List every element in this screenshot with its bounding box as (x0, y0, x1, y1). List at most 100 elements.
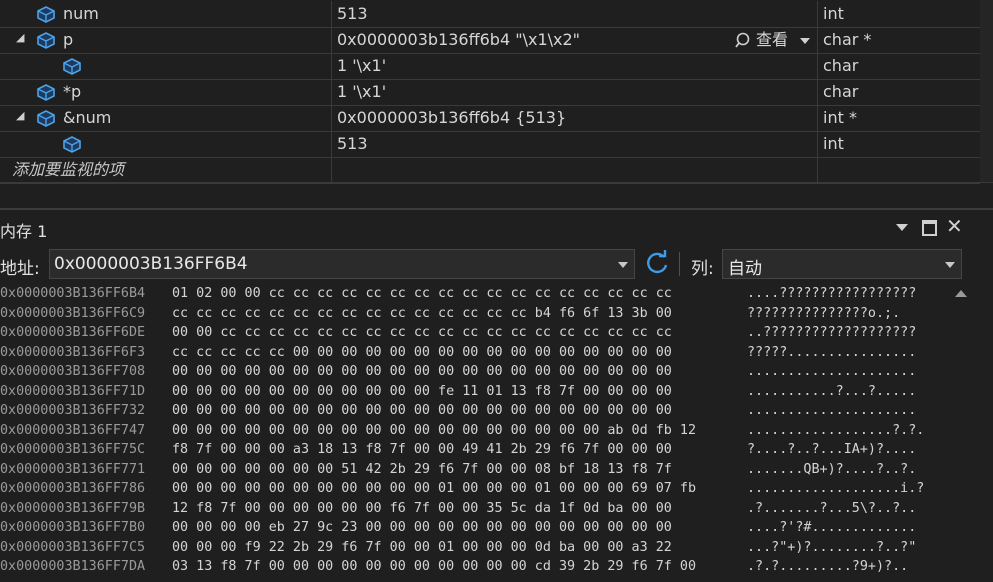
columns-select[interactable]: 自动 (722, 249, 962, 279)
watch-row[interactable]: 1 '\x1' char (0, 53, 980, 80)
vertical-scrollbar[interactable] (949, 284, 973, 582)
variable-icon (63, 136, 81, 153)
chevron-down-icon[interactable] (800, 38, 810, 44)
watch-value-cell[interactable]: 1 '\x1' (332, 53, 818, 79)
watch-row[interactable]: ◢ &num 0x0000003b136ff6b4 {513} int * (0, 105, 980, 132)
chevron-down-icon[interactable] (945, 262, 955, 268)
memory-chars[interactable]: ..................... (747, 364, 916, 379)
memory-bytes[interactable]: 12 f8 7f 00 00 00 00 00 00 f6 7f 00 00 3… (172, 501, 672, 516)
memory-bytes[interactable]: 03 13 f8 7f 00 00 00 00 00 00 00 00 00 0… (172, 559, 696, 574)
add-watch-placeholder[interactable]: 添加要监视的项 (12, 160, 124, 180)
watch-value: 1 '\x1' (337, 82, 387, 101)
memory-address: 0x0000003B136FF6DE (0, 325, 146, 340)
memory-bytes[interactable]: 00 00 00 00 00 00 00 00 00 00 00 00 00 0… (172, 403, 672, 418)
watch-type-cell: char (818, 79, 980, 105)
scroll-up-arrow-icon[interactable] (955, 290, 967, 297)
memory-bytes[interactable]: 00 00 00 00 00 00 00 00 00 00 00 01 00 0… (172, 481, 696, 496)
memory-address: 0x0000003B136FF786 (0, 481, 146, 496)
watch-row[interactable]: *p 1 '\x1' char (0, 79, 980, 106)
watch-value-cell[interactable]: 1 '\x1' (332, 79, 818, 105)
memory-chars[interactable]: ..??????????????????? (747, 325, 916, 340)
memory-bytes[interactable]: 00 00 00 00 00 00 00 00 00 00 00 fe 11 0… (172, 384, 672, 399)
view-visualizer-button[interactable]: 查看 (756, 30, 788, 50)
watch-type: int (823, 134, 844, 153)
add-watch-row[interactable]: 添加要监视的项 (0, 157, 980, 184)
memory-window-title: 内存 1 (0, 222, 48, 241)
memory-chars[interactable]: ..................... (747, 403, 916, 418)
memory-chars[interactable]: .......QB+)?....?..?. (747, 462, 916, 477)
memory-bytes[interactable]: 00 00 00 00 00 00 00 00 00 00 00 00 00 0… (172, 364, 672, 379)
address-input[interactable]: 0x0000003B136FF6B4 (49, 249, 635, 279)
memory-chars[interactable]: ...?"+)?........?..?" (747, 540, 916, 555)
memory-chars[interactable]: ???????????????o.;. (747, 306, 900, 321)
maximize-icon[interactable] (922, 220, 937, 236)
memory-chars[interactable]: .?.......?...5\?..?.. (747, 501, 916, 516)
memory-bytes[interactable]: cc cc cc cc cc cc cc cc cc cc cc cc cc c… (172, 306, 672, 321)
watch-value: 0x0000003b136ff6b4 {513} (337, 108, 567, 127)
address-label: 地址: (0, 259, 40, 279)
memory-chars[interactable]: ?....?..?...IA+)?.... (747, 442, 916, 457)
memory-address: 0x0000003B136FF771 (0, 461, 146, 477)
watch-value-cell[interactable]: 513 (332, 1, 818, 27)
memory-address: 0x0000003B136FF75C (0, 442, 146, 457)
watch-value-cell[interactable]: 513 (332, 131, 818, 157)
memory-address: 0x0000003B136FF708 (0, 364, 146, 379)
memory-chars[interactable]: ....????????????????? (747, 286, 916, 301)
watch-name: &num (63, 108, 112, 127)
watch-value: 513 (337, 134, 368, 153)
memory-bytes[interactable]: 00 00 00 00 eb 27 9c 23 00 00 00 00 00 0… (172, 520, 672, 535)
variable-icon (37, 6, 55, 23)
memory-bytes[interactable]: 00 00 00 00 00 00 00 00 00 00 00 00 00 0… (172, 423, 696, 438)
memory-bytes[interactable]: 00 00 cc cc cc cc cc cc cc cc cc cc cc c… (172, 325, 672, 340)
refresh-icon[interactable] (644, 249, 670, 277)
memory-bytes[interactable]: cc cc cc cc cc 00 00 00 00 00 00 00 00 0… (172, 345, 672, 360)
watch-name-cell: num (0, 1, 332, 27)
memory-dump[interactable]: 0x0000003B136FF6B4 01 02 00 00 cc cc cc c… (0, 284, 945, 582)
chevron-down-icon[interactable] (618, 262, 628, 268)
watch-type: char (823, 56, 859, 75)
address-value[interactable]: 0x0000003B136FF6B4 (54, 254, 248, 274)
memory-address: 0x0000003B136FF6B4 (0, 286, 146, 301)
watch-value-cell[interactable]: 0x0000003b136ff6b4 "\x1\x2" 查看 (332, 27, 818, 53)
watch-value-cell[interactable]: 0x0000003b136ff6b4 {513} (332, 105, 818, 131)
variable-icon (37, 84, 55, 101)
memory-chars[interactable]: ....?'?#............. (747, 520, 916, 535)
collapse-arrow-icon[interactable]: ◢ (16, 109, 24, 122)
divider (0, 182, 993, 183)
watch-name-cell[interactable]: 添加要监视的项 (0, 157, 332, 183)
memory-chars[interactable]: ..................?.?. (747, 423, 924, 438)
watch-type-cell: char * (818, 27, 980, 53)
memory-bytes[interactable]: 00 00 00 00 00 00 00 51 42 2b 29 f6 7f 0… (172, 462, 672, 477)
memory-bytes[interactable]: 01 02 00 00 cc cc cc cc cc cc cc cc cc c… (172, 286, 672, 301)
watch-name-cell: ◢ &num (0, 105, 332, 131)
memory-bytes[interactable]: 00 00 00 f9 22 2b 29 f6 7f 00 00 01 00 0… (172, 540, 672, 555)
close-icon[interactable]: ✕ (946, 214, 963, 238)
watch-name-cell (0, 53, 332, 79)
memory-bytes[interactable]: f8 7f 00 00 00 a3 18 13 f8 7f 00 00 49 4… (172, 442, 672, 457)
watch-panel: num 513 int ◢ p 0x0000003b136ff6b4 "\x1\… (0, 0, 993, 184)
watch-row[interactable]: num 513 int (0, 1, 980, 28)
watch-row[interactable]: ◢ p 0x0000003b136ff6b4 "\x1\x2" 查看 char … (0, 27, 980, 54)
watch-name-cell: ◢ p (0, 27, 332, 53)
watch-name: num (63, 4, 99, 23)
memory-address: 0x0000003B136FF7C5 (0, 539, 146, 555)
watch-type-cell: int * (818, 105, 980, 131)
watch-name: p (63, 30, 74, 49)
variable-icon (37, 32, 55, 49)
memory-address: 0x0000003B136FF71D (0, 383, 146, 399)
memory-chars[interactable]: ...........?...?..... (747, 384, 916, 399)
memory-address: 0x0000003B136FF79B (0, 500, 146, 516)
watch-value: 513 (337, 4, 368, 23)
memory-chars[interactable]: ?????................ (747, 345, 916, 360)
columns-label: 列: (691, 259, 714, 279)
memory-chars[interactable]: .?.?.........?9+)?.. (747, 559, 908, 574)
watch-type-cell: char (818, 53, 980, 79)
columns-value: 自动 (728, 259, 762, 279)
watch-row[interactable]: 513 int (0, 131, 980, 158)
memory-address: 0x0000003B136FF6F3 (0, 344, 146, 360)
magnifier-icon[interactable] (735, 31, 753, 49)
watch-name-cell: *p (0, 79, 332, 105)
memory-chars[interactable]: ...................i.? (747, 481, 924, 496)
window-options-icon[interactable] (896, 224, 908, 231)
collapse-arrow-icon[interactable]: ◢ (16, 31, 24, 44)
